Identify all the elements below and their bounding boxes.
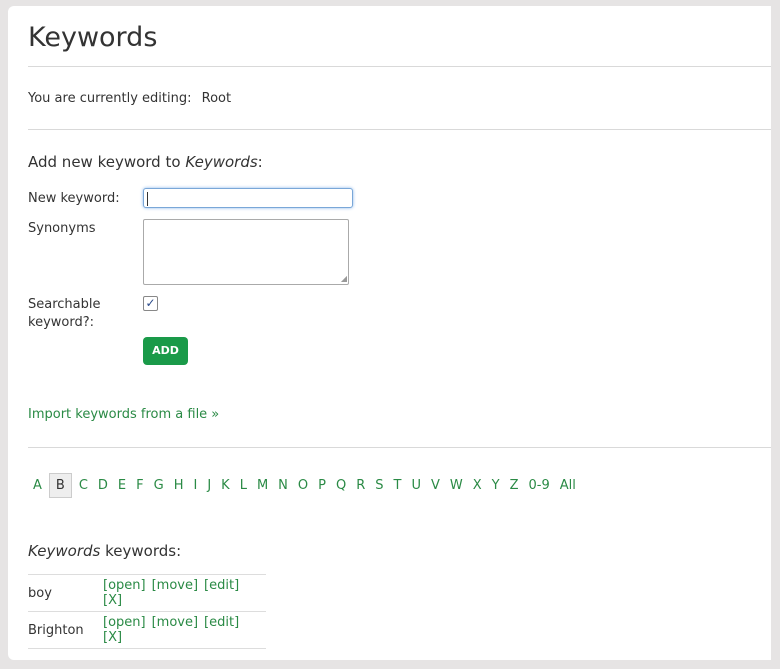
alphabet-letter-r[interactable]: R (351, 478, 370, 493)
alphabet-letter-b[interactable]: B (48, 472, 72, 498)
alphabet-letter-c[interactable]: C (74, 478, 93, 493)
list-heading-suffix: keywords: (100, 542, 182, 560)
alphabet-letter-k[interactable]: K (216, 478, 235, 493)
keyword-row: Brighton [open] [move] [edit] [X] (28, 611, 266, 649)
synonyms-label: Synonyms (28, 221, 96, 236)
alphabet-letter-u[interactable]: U (406, 478, 426, 493)
keyword-actions: [open] [move] [edit] [X] (103, 574, 266, 612)
alphabet-letter-l[interactable]: L (235, 478, 252, 493)
edit-link[interactable]: [edit] (204, 615, 239, 630)
import-keywords-link[interactable]: Import keywords from a file » (28, 407, 219, 422)
alphabet-letter-w[interactable]: W (445, 478, 468, 493)
open-link[interactable]: [open] (103, 578, 146, 593)
keywords-panel: Keywords You are currently editing: Root… (8, 6, 771, 660)
alphabet-letter-s[interactable]: S (370, 478, 388, 493)
synonyms-textarea[interactable]: ◢ (143, 219, 349, 285)
alphabet-letter-t[interactable]: T (389, 478, 407, 493)
page-title: Keywords (28, 22, 158, 53)
alphabet-letter-v[interactable]: V (426, 478, 445, 493)
alphabet-letter-a[interactable]: A (28, 478, 47, 493)
alphabet-letter-0-9[interactable]: 0-9 (524, 478, 555, 493)
keyword-name: boy (28, 574, 103, 612)
new-keyword-input[interactable] (143, 188, 353, 208)
resize-handle-icon[interactable]: ◢ (341, 275, 347, 283)
keywords-table: boy [open] [move] [edit][X] Brighton [open] [m… (28, 574, 266, 649)
divider (28, 447, 771, 448)
keyword-name: Brighton (28, 611, 103, 649)
searchable-checkbox[interactable]: ✓ (143, 296, 158, 311)
alphabet-letter-d[interactable]: D (93, 478, 113, 493)
alphabet-filter: A B C D E F G H I J K L M N O P Q R S T U V W X Y Z 0-9 All (28, 471, 581, 499)
heading-prefix: Add new keyword to (28, 153, 186, 171)
edit-link[interactable]: [edit] (204, 578, 239, 593)
editing-value: Root (201, 91, 232, 106)
alphabet-letter-y[interactable]: Y (487, 478, 505, 493)
open-link[interactable]: [open] (103, 615, 146, 630)
add-button[interactable]: ADD (143, 337, 188, 365)
alphabet-letter-p[interactable]: P (313, 478, 331, 493)
alphabet-letter-o[interactable]: O (293, 478, 313, 493)
alphabet-letter-e[interactable]: E (113, 478, 131, 493)
alphabet-letter-z[interactable]: Z (505, 478, 524, 493)
searchable-label-line2: keyword?: (28, 315, 94, 330)
alphabet-letter-f[interactable]: F (131, 478, 148, 493)
new-keyword-label: New keyword: (28, 191, 120, 206)
alphabet-letter-q[interactable]: Q (331, 478, 351, 493)
alphabet-letter-n[interactable]: N (273, 478, 293, 493)
move-link[interactable]: [move] (152, 615, 198, 630)
searchable-label: Searchable keyword?: (28, 296, 101, 332)
checkmark-icon: ✓ (145, 296, 156, 310)
editing-info: You are currently editing: Root (28, 91, 231, 106)
divider (28, 66, 771, 67)
searchable-label-line1: Searchable (28, 297, 101, 312)
keyword-row: boy [open] [move] [edit] [X] (28, 574, 266, 612)
keyword-actions: [open] [move] [edit] [X] (103, 611, 266, 649)
alphabet-letter-h[interactable]: H (169, 478, 189, 493)
move-link[interactable]: [move] (152, 578, 198, 593)
editing-label: You are currently editing: (28, 91, 192, 106)
alphabet-letter-x[interactable]: X (468, 478, 487, 493)
divider (28, 129, 771, 130)
keywords-list-heading: Keywords keywords: (28, 542, 181, 560)
add-keyword-heading: Add new keyword to Keywords: (28, 153, 263, 171)
alphabet-letter-all[interactable]: All (555, 478, 581, 493)
text-caret (147, 192, 148, 206)
alphabet-letter-i[interactable]: I (188, 478, 202, 493)
alphabet-letter-m[interactable]: M (252, 478, 273, 493)
list-heading-em: Keywords (28, 542, 101, 560)
heading-em: Keywords (185, 153, 258, 171)
heading-suffix: : (257, 153, 263, 171)
alphabet-letter-j[interactable]: J (202, 478, 216, 493)
alphabet-letter-g[interactable]: G (149, 478, 169, 493)
delete-link[interactable]: [X] (103, 593, 122, 608)
delete-link[interactable]: [X] (103, 630, 122, 645)
